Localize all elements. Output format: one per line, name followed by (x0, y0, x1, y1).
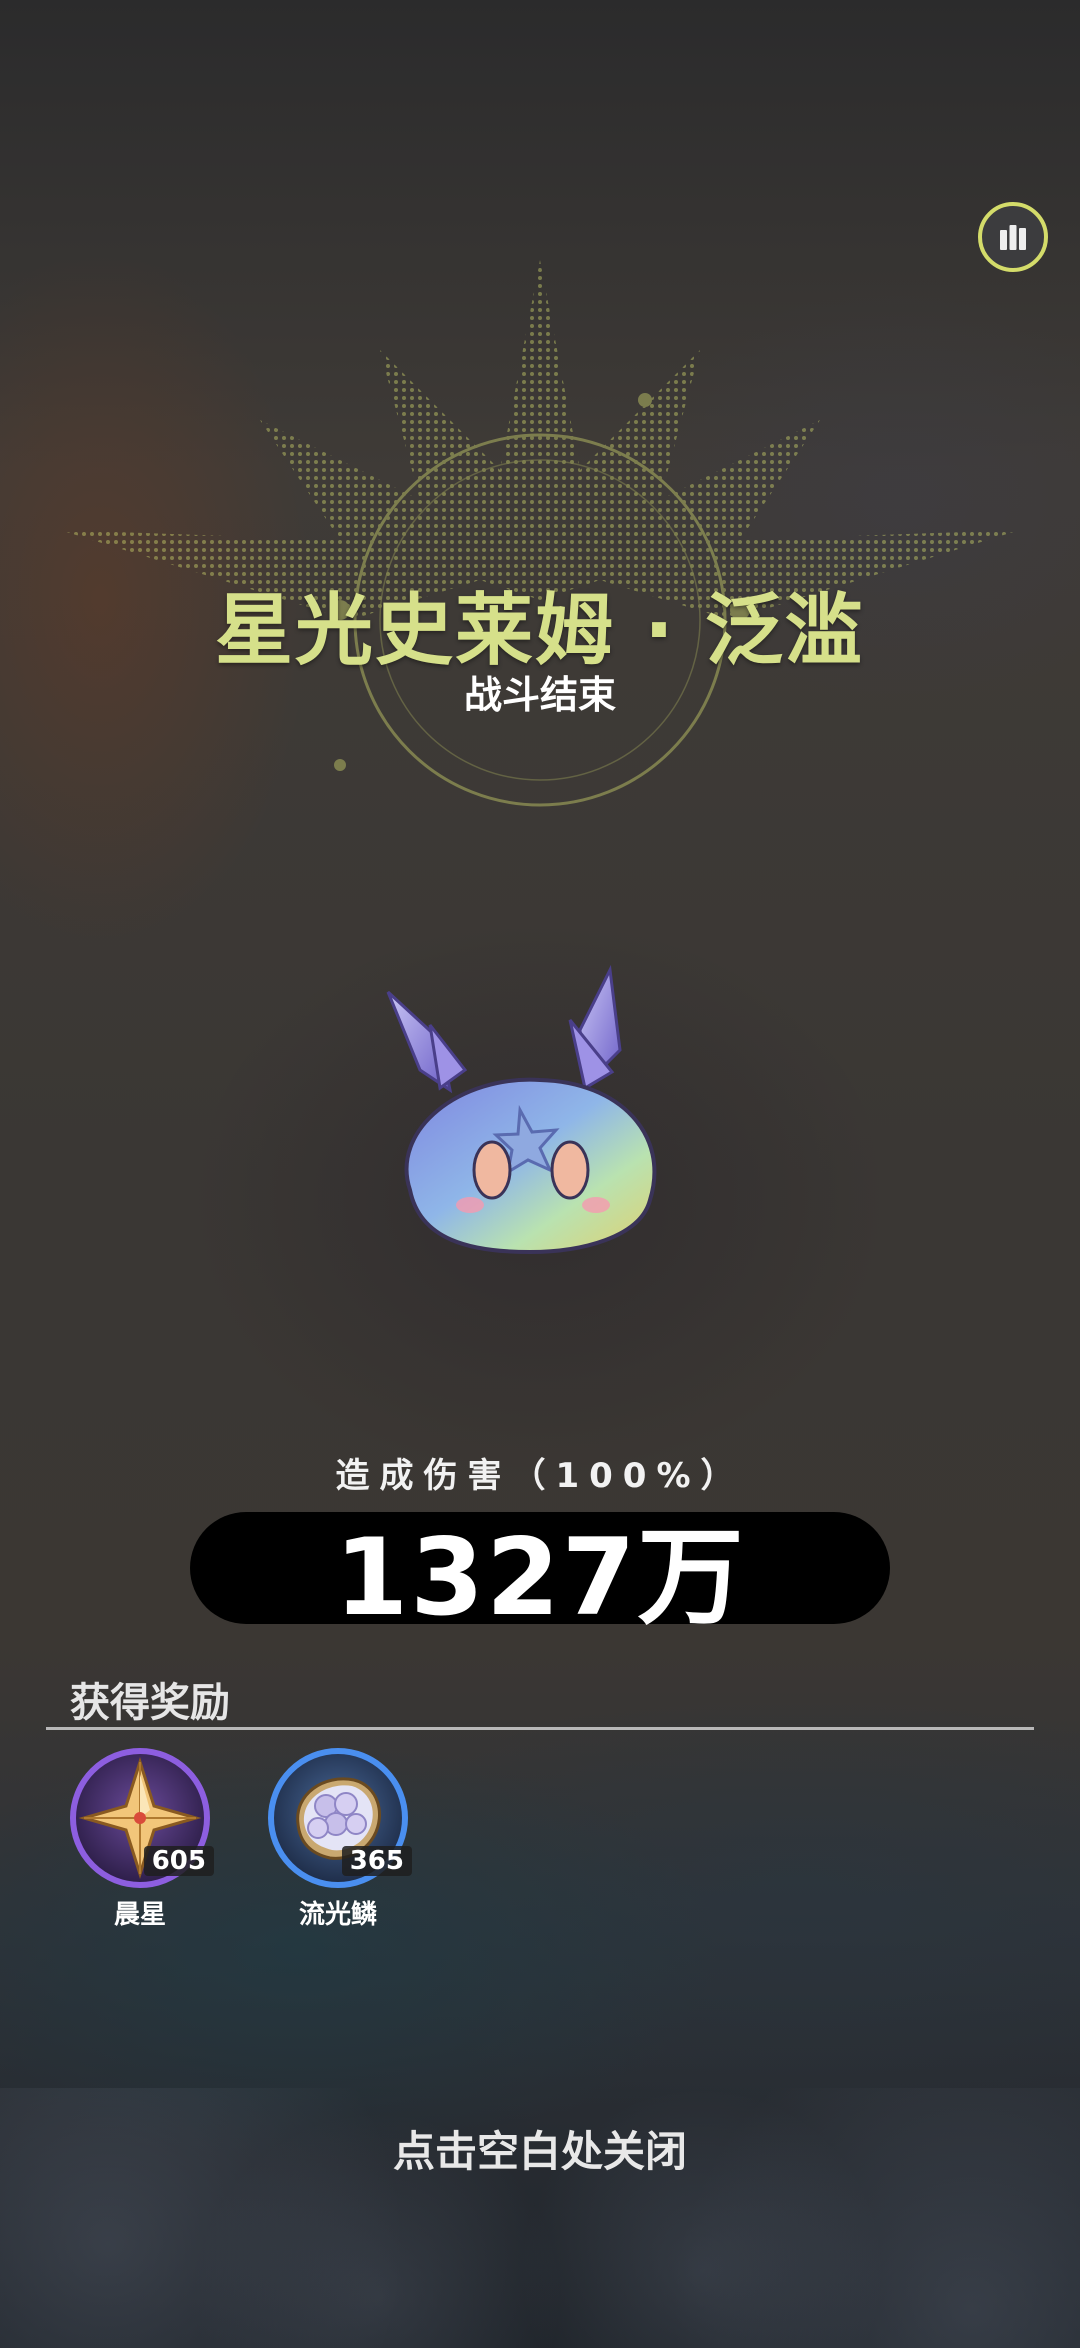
rewards-title: 获得奖励 (70, 1680, 230, 1726)
reward-count: 365 (341, 1846, 412, 1876)
reward-icon-frame: 365 (268, 1748, 412, 1888)
bar-chart-icon (1000, 225, 1026, 250)
reward-item[interactable]: 605 晨星 (70, 1748, 230, 1931)
reward-icon-frame: 605 (70, 1748, 214, 1888)
boss-crown-emblem (60, 260, 1020, 807)
rewards-divider (46, 1727, 1034, 1730)
reward-name: 流光鳞 (298, 1900, 377, 1930)
damage-value-panel: 1327万 (190, 1512, 890, 1639)
reward-item[interactable]: 365 流光鳞 (268, 1748, 428, 1931)
battle-status: 战斗结束 (463, 673, 616, 717)
damage-value: 1327万 (334, 1516, 746, 1639)
damage-label: 造成伤害（100%） (335, 1456, 745, 1496)
tap-to-close-hint[interactable]: 点击空白处关闭 (0, 2118, 1080, 2179)
reward-name: 晨星 (113, 1900, 166, 1930)
reward-count: 605 (143, 1846, 214, 1876)
star-slime-portrait (386, 964, 657, 1255)
